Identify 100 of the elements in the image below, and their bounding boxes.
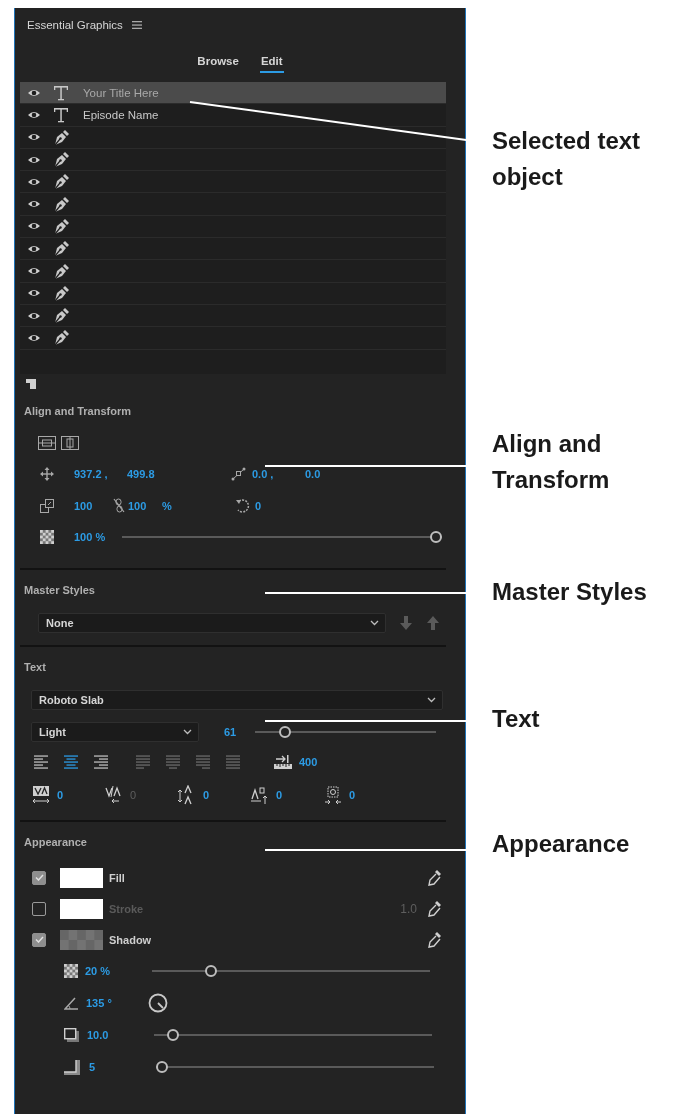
slider-thumb[interactable] (167, 1029, 180, 1041)
eye-icon[interactable] (27, 109, 41, 120)
chevron-down-icon (370, 620, 379, 626)
appearance-label: Shadow (109, 933, 153, 946)
slider-track[interactable] (122, 530, 442, 544)
checkbox[interactable] (32, 932, 46, 947)
spacing-value[interactable]: 0 (57, 789, 105, 801)
eye-icon[interactable] (27, 176, 41, 187)
anchor-x-value[interactable]: 0.0 , (252, 468, 305, 480)
eye-icon[interactable] (27, 243, 41, 254)
slider-track[interactable] (156, 1060, 434, 1074)
shadow-opacity-value[interactable]: 20 % (85, 965, 152, 977)
eyedropper-icon[interactable] (428, 900, 442, 917)
pen-icon (53, 173, 69, 191)
eye-icon[interactable] (27, 310, 41, 321)
callout-label: Selected text object (492, 126, 642, 192)
eye-icon[interactable] (27, 288, 41, 299)
dropdown-value: Roboto Slab (39, 694, 104, 706)
spacing-value[interactable]: 0 (349, 789, 397, 801)
opacity-value[interactable]: 100 % (74, 531, 122, 543)
font-size-value[interactable]: 61 (224, 726, 255, 738)
pen-icon (53, 284, 69, 302)
callout-label: Appearance (492, 829, 631, 859)
checkbox[interactable] (32, 870, 46, 885)
slider-thumb[interactable] (430, 531, 442, 543)
menu-icon[interactable] (131, 21, 142, 29)
rotation-value[interactable]: 0 (255, 499, 262, 512)
shadow-distance-icon (64, 1027, 80, 1043)
scale-height-value[interactable]: 100 (128, 499, 162, 512)
font-style-dropdown[interactable]: Light (31, 722, 199, 742)
callout-label: Align and Transform (492, 429, 611, 495)
callout-label: Master Styles (492, 577, 648, 607)
tracking-icon (105, 785, 123, 805)
tab[interactable]: Edit (259, 51, 284, 73)
shadow-blur-value[interactable]: 5 (89, 1061, 156, 1073)
new-layer-icon[interactable] (26, 379, 36, 389)
dropdown-value: Light (39, 726, 66, 738)
pen-icon (53, 128, 69, 146)
text-layer-icon (53, 84, 69, 101)
eye-icon[interactable] (27, 221, 41, 232)
unlinked-chain-icon[interactable] (113, 498, 125, 513)
shadow-opacity-icon (64, 964, 78, 978)
anchor-y-value[interactable]: 0.0 (305, 468, 321, 480)
align-vertical-icon[interactable] (61, 436, 79, 450)
spacing-value[interactable]: 0 (276, 789, 324, 801)
tsume-icon (324, 785, 342, 805)
kerning-icon (32, 785, 50, 805)
chevron-down-icon (183, 729, 192, 735)
eye-icon[interactable] (27, 266, 41, 276)
section-title: Align and Transform (24, 405, 131, 417)
angle-dial-icon[interactable] (148, 993, 168, 1013)
layer-name: Your Title Here (83, 86, 159, 99)
align-right-icon[interactable] (94, 753, 108, 770)
panel-title: Essential Graphics (27, 19, 123, 31)
pen-icon (53, 217, 69, 235)
scale-value[interactable]: 100 (74, 499, 113, 512)
check-icon (34, 936, 44, 943)
slider-track[interactable] (255, 725, 436, 739)
pen-icon (53, 240, 69, 258)
section-title: Text (24, 661, 46, 673)
slider-thumb[interactable] (205, 965, 218, 977)
eye-icon[interactable] (27, 199, 41, 210)
layer-row[interactable]: Your Title Here (20, 82, 446, 105)
text-layer-icon (53, 106, 69, 123)
color-swatch[interactable] (60, 898, 103, 919)
section-title: Appearance (24, 836, 87, 848)
slider-thumb[interactable] (156, 1061, 168, 1073)
shadow-color-swatch[interactable] (60, 929, 103, 950)
rotation-icon (235, 497, 251, 514)
color-swatch[interactable] (60, 867, 103, 888)
style-dropdown[interactable]: None (38, 613, 386, 633)
scale-icon (40, 498, 54, 513)
eye-icon[interactable] (27, 132, 41, 143)
eye-icon[interactable] (27, 87, 41, 98)
position-x-value[interactable]: 937.2 , (74, 468, 127, 480)
eyedropper-icon[interactable] (428, 869, 442, 886)
percent-text[interactable]: % (162, 499, 235, 512)
tab[interactable]: Browse (196, 51, 240, 73)
pen-icon (53, 262, 69, 280)
section-title: Master Styles (24, 584, 95, 596)
anchor-point-icon (231, 467, 246, 481)
eye-icon[interactable] (27, 332, 41, 343)
align-horizontal-icon[interactable] (38, 436, 56, 450)
shadow-angle-value[interactable]: 135 ° (86, 997, 148, 1009)
slider-thumb[interactable] (278, 726, 291, 738)
layer-row[interactable]: Episode Name (20, 104, 446, 127)
font-dropdown[interactable]: Roboto Slab (31, 690, 443, 710)
position-y-value[interactable]: 499.8 (127, 468, 231, 480)
shadow-distance-value[interactable]: 10.0 (87, 1029, 154, 1041)
spacing-value[interactable]: 0 (203, 789, 251, 801)
eye-icon[interactable] (27, 154, 41, 165)
slider-track[interactable] (154, 1028, 432, 1042)
check-icon (34, 874, 44, 881)
align-center-icon[interactable] (64, 753, 78, 770)
pen-icon (53, 151, 69, 169)
eyedropper-icon[interactable] (428, 931, 442, 948)
tab-width-value[interactable]: 400 (299, 755, 318, 768)
slider-track[interactable] (152, 964, 430, 978)
align-left-icon[interactable] (34, 753, 48, 770)
appearance-label: Fill (109, 871, 126, 884)
